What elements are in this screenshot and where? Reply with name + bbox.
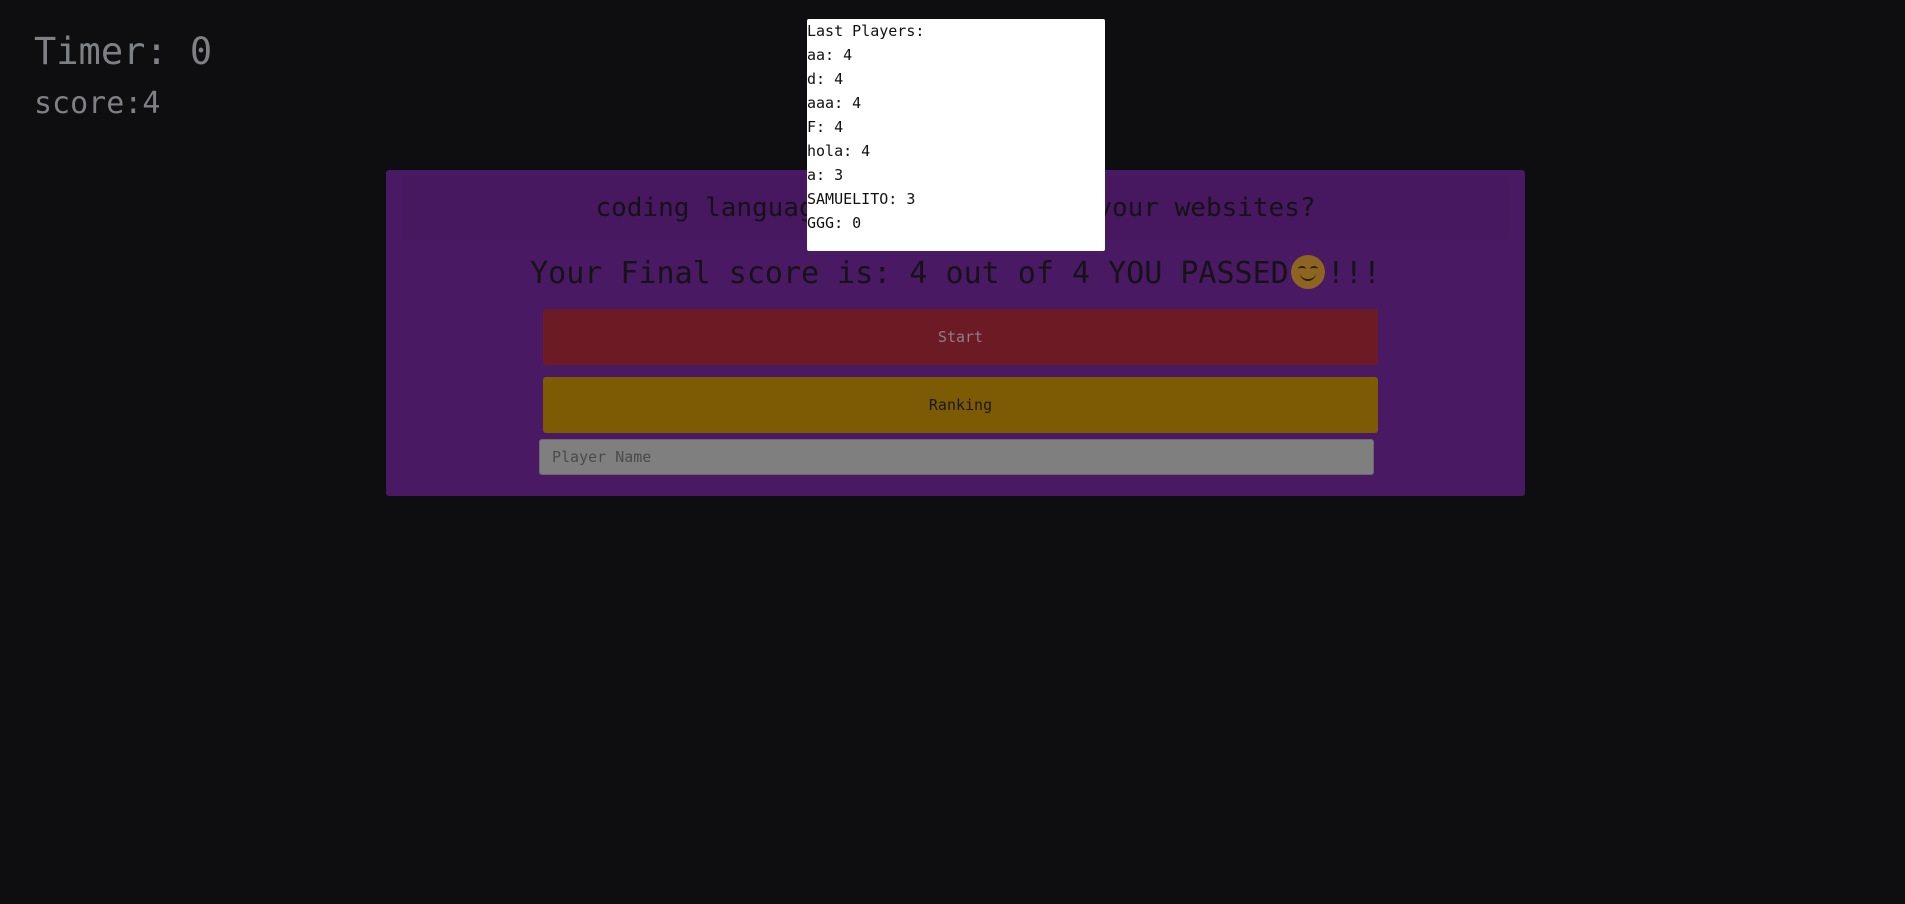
start-button-label: Start <box>937 328 984 346</box>
start-button[interactable]: Start <box>543 309 1378 365</box>
stats-panel: Timer: 0 score:4 <box>34 28 212 124</box>
timer-display: Timer: 0 <box>34 30 213 73</box>
last-player-entry: GGG: 0 <box>807 214 862 232</box>
smiling-face-icon <box>1290 255 1325 289</box>
player-name-input[interactable] <box>539 439 1374 475</box>
last-player-entry: aaa: 4 <box>807 94 862 112</box>
last-player-entry: d: 4 <box>807 70 844 88</box>
ranking-button[interactable]: Ranking <box>543 377 1378 433</box>
last-player-entry: a: 3 <box>807 166 844 184</box>
final-score-suffix: !!! <box>1326 256 1381 291</box>
score-display: score:4 <box>34 86 161 121</box>
ranking-button-label: Ranking <box>928 396 993 414</box>
final-score: Your Final score is: 4 out of 4 YOU PASS… <box>386 254 1525 294</box>
final-score-text: Your Final score is: 4 out of 4 YOU PASS… <box>530 256 1289 291</box>
last-players-title: Last Players: <box>807 22 925 40</box>
last-players-panel: Last Players: aa: 4 d: 4 aaa: 4 F: 4 hol… <box>807 19 1105 251</box>
last-player-entry: SAMUELITO: 3 <box>807 190 916 208</box>
last-player-entry: F: 4 <box>807 118 844 136</box>
last-player-entry: hola: 4 <box>807 142 871 160</box>
last-player-entry: aa: 4 <box>807 46 853 64</box>
